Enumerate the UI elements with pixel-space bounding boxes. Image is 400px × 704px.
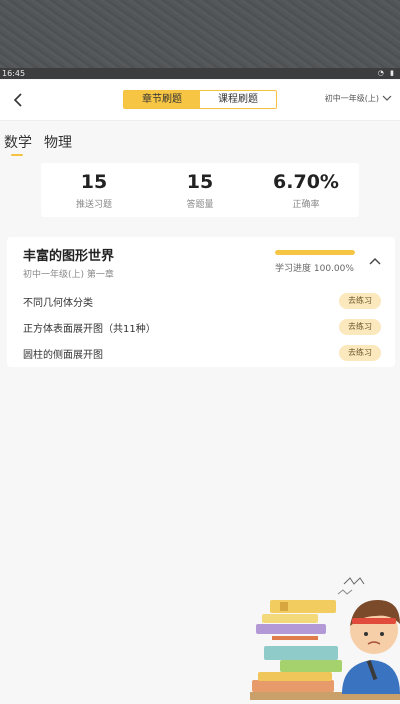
practice-button[interactable]: 去练习 xyxy=(339,293,381,309)
mode-tabs: 章节刷题 课程刷题 xyxy=(123,90,277,109)
status-time: 16:45 xyxy=(2,69,26,78)
stat-label: 答题量 xyxy=(186,200,214,210)
stat-accuracy: 6.70% 正确率 xyxy=(253,163,359,217)
stats-card: 15 推送习题 15 答题量 6.70% 正确率 xyxy=(41,163,359,217)
tab-physics[interactable]: 物理 xyxy=(44,132,72,152)
stat-label: 正确率 xyxy=(292,200,320,210)
progress-bar xyxy=(275,250,355,255)
progress-fill xyxy=(275,250,355,255)
exercise-row: 圆柱的侧面展开图 去练习 xyxy=(23,345,381,363)
stat-answered: 15 答题量 xyxy=(147,163,253,217)
exercise-row: 正方体表面展开图（共11种） 去练习 xyxy=(23,319,381,337)
grade-selector[interactable]: 初中一年级(上) xyxy=(325,93,392,104)
grade-selector-label: 初中一年级(上) xyxy=(324,94,379,103)
student-studying-illustration xyxy=(250,574,400,700)
battery-icon: ▮ xyxy=(390,69,396,77)
progress-label: 学习进度 100.00% xyxy=(275,264,354,274)
wifi-icon: ◔ xyxy=(377,69,386,77)
stat-pushed: 15 推送习题 xyxy=(41,163,147,217)
collapse-button[interactable] xyxy=(367,254,383,270)
stat-value: 15 xyxy=(186,171,214,193)
chapter-title: 丰富的图形世界 xyxy=(23,249,115,264)
tab-chapter-practice[interactable]: 章节刷题 xyxy=(124,91,200,108)
practice-button[interactable]: 去练习 xyxy=(339,345,381,361)
exercise-row: 不同几何体分类 去练习 xyxy=(23,293,381,311)
practice-button[interactable]: 去练习 xyxy=(339,319,381,335)
nav-bar: 章节刷题 课程刷题 初中一年级(上) xyxy=(0,80,400,121)
status-bar: 16:45 ◔ ▮ xyxy=(0,68,400,79)
status-icons: ◔ ▮ xyxy=(378,68,396,79)
chevron-left-icon xyxy=(13,93,22,107)
chevron-up-icon xyxy=(369,258,381,265)
exercise-name: 圆柱的侧面展开图 xyxy=(23,350,103,361)
top-background-image xyxy=(0,0,400,68)
subject-tabs: 数学 物理 xyxy=(0,128,400,158)
chapter-subtitle: 初中一年级(上) 第一章 xyxy=(23,270,114,280)
tab-math[interactable]: 数学 xyxy=(4,132,32,156)
stat-label: 推送习题 xyxy=(75,200,112,210)
stat-value: 15 xyxy=(80,171,108,193)
exercise-name: 正方体表面展开图（共11种） xyxy=(23,324,156,335)
exercise-name: 不同几何体分类 xyxy=(23,298,93,309)
chapter-card: 丰富的图形世界 初中一年级(上) 第一章 学习进度 100.00% 不同几何体分… xyxy=(7,237,395,367)
back-button[interactable] xyxy=(6,88,30,112)
chevron-down-icon xyxy=(382,95,392,101)
tab-course-practice[interactable]: 课程刷题 xyxy=(200,91,276,108)
stat-value: 6.70% xyxy=(273,171,339,193)
